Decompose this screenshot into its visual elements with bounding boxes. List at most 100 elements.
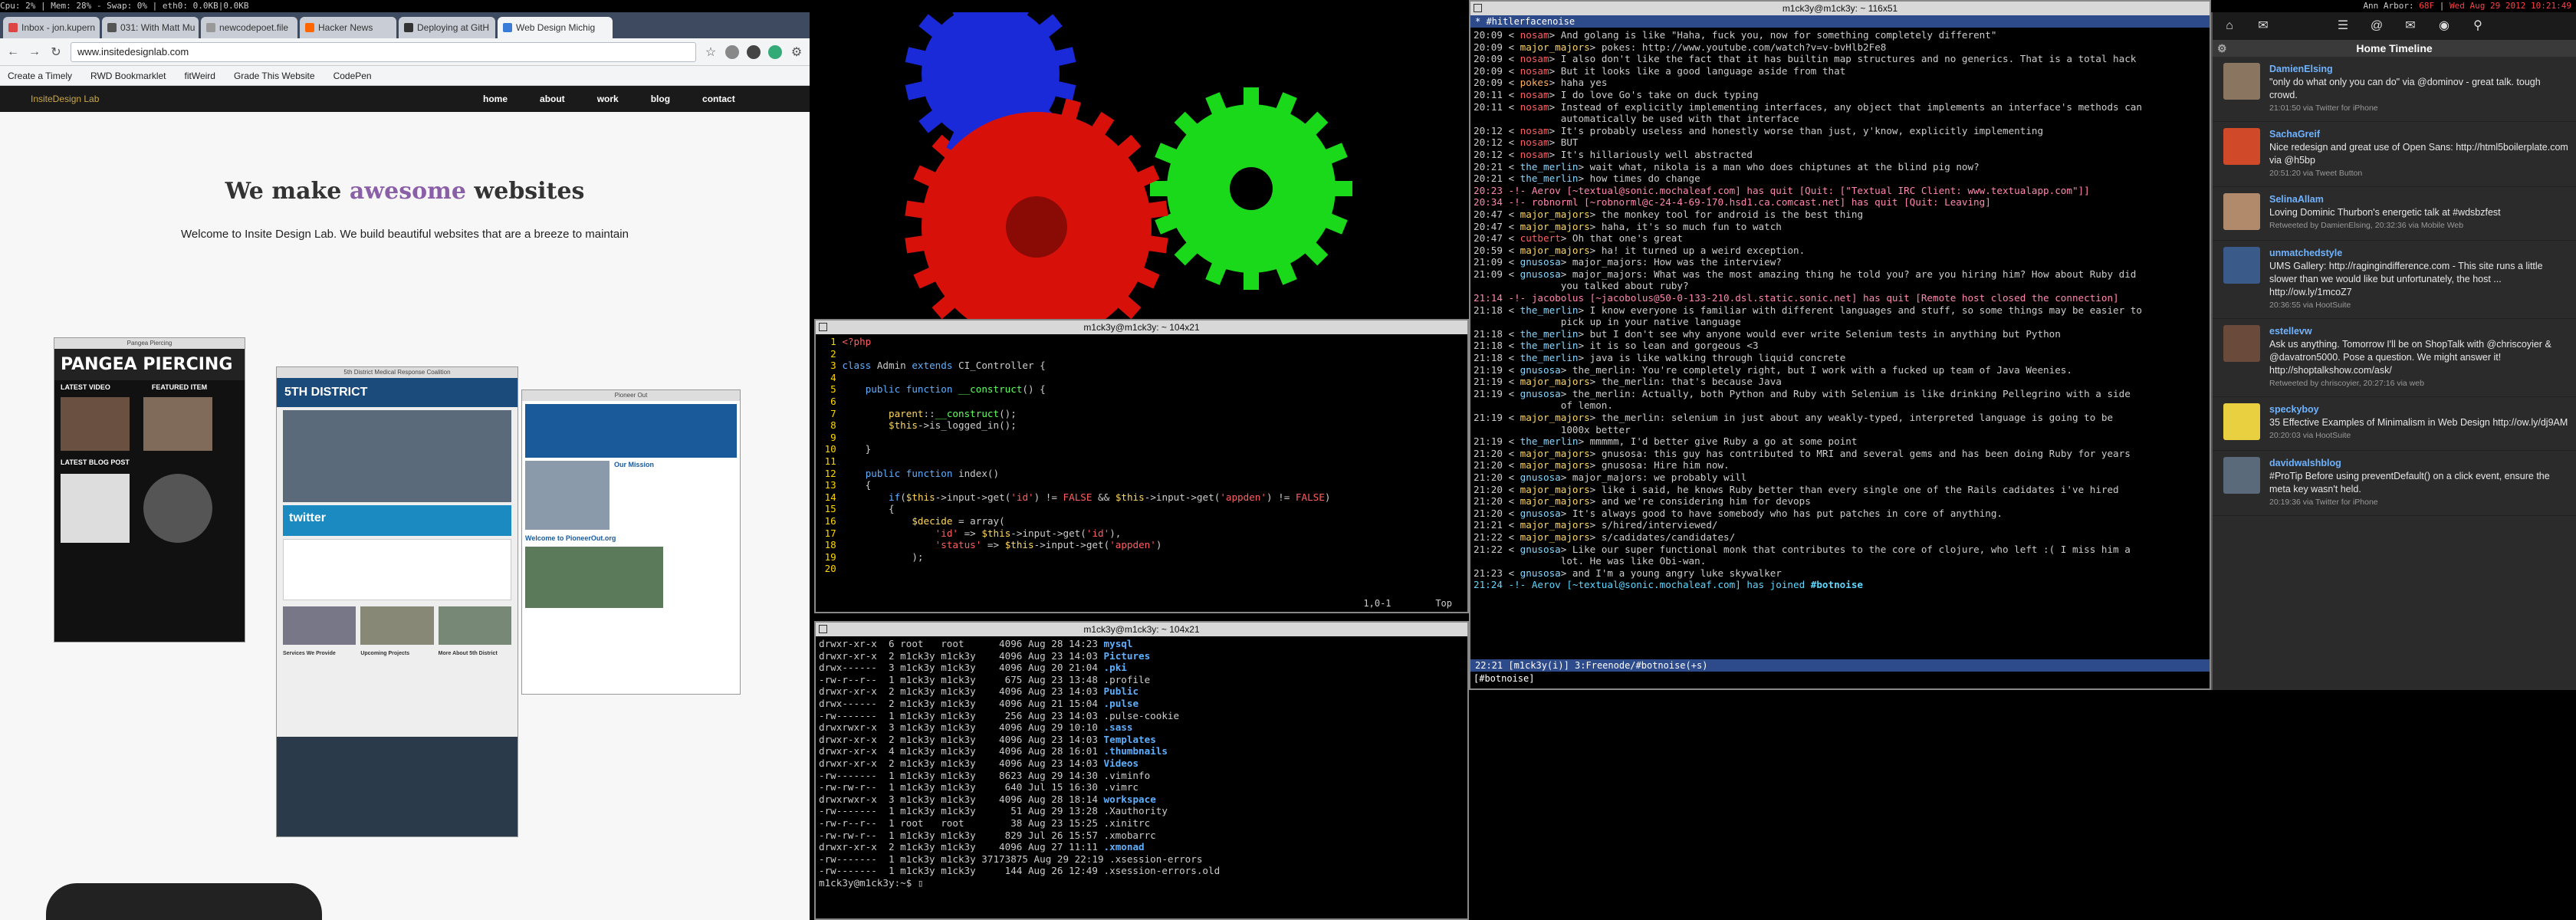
timeline-icon[interactable]: ☰ [2335, 19, 2351, 33]
bookmark[interactable]: RWD Bookmarklet [90, 71, 166, 81]
search-icon[interactable]: ⚲ [2470, 19, 2486, 33]
nav-about[interactable]: about [540, 94, 565, 104]
wrench-icon[interactable]: ⚙ [790, 44, 803, 60]
nav-blog[interactable]: blog [651, 94, 670, 104]
glxgears-window [814, 12, 1469, 331]
irc-status-bar: 22:21 [m1ck3y(i)] 3:Freenode/#botnoise(+… [1470, 659, 2210, 672]
site-logo[interactable]: InsiteDesign Lab [31, 94, 483, 104]
tweet[interactable]: davidwalshblog #ProTip Before using preve… [2213, 451, 2576, 516]
tweet-author[interactable]: SachaGreif [2269, 128, 2568, 141]
tweet-author[interactable]: speckyboy [2269, 403, 2568, 416]
extension-icon[interactable] [768, 44, 782, 59]
back-icon[interactable]: ← [6, 45, 20, 59]
avatar[interactable] [2223, 128, 2260, 165]
bookmark[interactable]: Create a Timely [8, 71, 72, 81]
tweet[interactable]: estellevw Ask us anything. Tomorrow I'll … [2213, 319, 2576, 397]
mention-icon[interactable]: @ [2369, 19, 2384, 33]
tweet[interactable]: unmatchedstyle UMS Gallery: http://raging… [2213, 241, 2576, 319]
irc-terminal[interactable]: m1ck3y@m1ck3y: ~ 116x51 * #hitlerfacenoi… [1469, 0, 2211, 690]
tweet-author[interactable]: davidwalshblog [2269, 457, 2568, 470]
tweet[interactable]: SachaGreif Nice redesign and great use of… [2213, 122, 2576, 187]
tab-strip: Inbox - jon.kupern 031: With Matt Mu new… [0, 12, 810, 38]
tweet-text: Ask us anything. Tomorrow I'll be on Sho… [2269, 339, 2551, 376]
tweet[interactable]: speckyboy 35 Effective Examples of Minima… [2213, 397, 2576, 451]
tweet-meta: 21:01:50 via Twitter for iPhone [2269, 104, 2378, 113]
tab-podcast[interactable]: 031: With Matt Mu [102, 17, 199, 38]
gears-graphic [905, 12, 1352, 331]
window-title: m1ck3y@m1ck3y: ~ 116x51 [1470, 2, 2210, 15]
extension-icon[interactable] [725, 44, 739, 59]
tab-github[interactable]: Deploying at GitH [399, 17, 495, 38]
gear-icon[interactable]: ⚙ [2217, 40, 2227, 57]
lists-icon[interactable]: ◉ [2436, 19, 2452, 33]
message-icon[interactable]: ✉ [2403, 19, 2418, 33]
tweet-text: UMS Gallery: http://ragingindifference.c… [2269, 261, 2543, 297]
reload-icon[interactable]: ↻ [49, 44, 63, 60]
page-icon [107, 23, 117, 32]
tweet[interactable]: DamienElsing "only do what only you can d… [2213, 57, 2576, 122]
phone-image [46, 883, 322, 920]
tab-gmail[interactable]: Inbox - jon.kupern [3, 17, 100, 38]
tweet-meta: 20:36:55 via HootSuite [2269, 301, 2351, 310]
tweet-meta: 20:20:03 via HootSuite [2269, 431, 2351, 440]
tab-newcodepoet[interactable]: newcodepoet.file [201, 17, 297, 38]
hero: We make awesome websites Welcome to Insi… [0, 178, 810, 241]
tweet-author[interactable]: SelinaAllam [2269, 193, 2501, 206]
irc-input[interactable]: [#botnoise] [1470, 673, 2210, 685]
tweet-meta: Retweeted by chriscoyier, 20:27:16 via w… [2269, 379, 2424, 388]
avatar[interactable] [2223, 457, 2260, 494]
avatar[interactable] [2223, 403, 2260, 440]
vim-terminal[interactable]: m1ck3y@m1ck3y: ~ 104x21 1 <?php 2 3 clas… [814, 319, 1469, 613]
star-icon[interactable]: ☆ [704, 44, 718, 60]
address-bar[interactable]: www.insitedesignlab.com [71, 41, 696, 62]
portfolio-pioneer-out[interactable]: Pioneer Out Our Mission Welcome to Pione… [521, 389, 741, 695]
home-icon[interactable]: ⌂ [2222, 19, 2237, 33]
avatar[interactable] [2223, 325, 2260, 362]
ls-output[interactable]: drwxr-xr-x 6 root root 4096 Aug 28 14:23… [816, 636, 1467, 890]
system-stats: Cpu: 2% | Mem: 28% - Swap: 0% | eth0: 0.… [0, 1, 249, 11]
avatar[interactable] [2223, 193, 2260, 230]
nav-home[interactable]: home [483, 94, 508, 104]
tweet-meta: Retweeted by DamienElsing, 20:32:36 via … [2269, 221, 2464, 230]
vim-buffer[interactable]: 1 <?php 2 3 class Admin extends CI_Contr… [816, 334, 1467, 577]
bookmark[interactable]: CodePen [334, 71, 372, 81]
tweet-author[interactable]: unmatchedstyle [2269, 247, 2568, 260]
hero-tagline: Welcome to Insite Design Lab. We build b… [181, 228, 629, 241]
shell-prompt: m1ck3y@m1ck3y:~$ [819, 876, 918, 889]
5th-district-logo: 5TH DISTRICT [277, 378, 518, 407]
portfolio-5th-district[interactable]: 5th District Medical Response Coalition … [276, 366, 518, 837]
twitter-client: ⌂ ✉ ☰ @ ✉ ◉ ⚲ ⚙ Home Timeline DamienElsin… [2211, 12, 2576, 690]
clock-weather: Ann Arbor: 68F | Wed Aug 29 2012 10:21:4… [2363, 1, 2571, 11]
nav-contact[interactable]: contact [702, 94, 735, 104]
tweet-meta: 20:51:20 via Tweet Button [2269, 169, 2363, 178]
tab-hacker-news[interactable]: Hacker News [300, 17, 396, 38]
bookmark[interactable]: fitWeird [185, 71, 215, 81]
forward-icon[interactable]: → [28, 45, 41, 59]
ls-terminal[interactable]: m1ck3y@m1ck3y: ~ 104x21 drwxr-xr-x 6 roo… [814, 621, 1469, 920]
chat-icon[interactable]: ✉ [2256, 19, 2271, 33]
github-icon [404, 23, 413, 32]
bookmarks-bar: Create a Timely RWD Bookmarklet fitWeird… [0, 66, 810, 86]
tweet-author[interactable]: estellevw [2269, 325, 2568, 338]
avatar[interactable] [2223, 247, 2260, 284]
tweet-meta: 20:19:36 via Twitter for iPhone [2269, 498, 2378, 507]
irc-log: 20:09 < nosam> And golang is like "Haha,… [1474, 29, 2142, 591]
tab-web-design[interactable]: Web Design Michig [498, 17, 613, 38]
client-toolbar: ⌂ ✉ ☰ @ ✉ ◉ ⚲ [2213, 12, 2576, 40]
portfolio-pangea[interactable]: Pangea Piercing PANGEA PIERCING LATEST V… [54, 337, 245, 642]
nav-work[interactable]: work [597, 94, 619, 104]
timeline-header: ⚙ Home Timeline [2213, 40, 2576, 57]
window-title: m1ck3y@m1ck3y: ~ 104x21 [816, 320, 1467, 334]
empty-area [2211, 690, 2576, 920]
tweet-text: #ProTip Before using preventDefault() on… [2269, 471, 2550, 495]
avatar[interactable] [2223, 63, 2260, 100]
hn-icon [305, 23, 314, 32]
extension-icon[interactable] [747, 44, 761, 59]
tweet-text: Nice redesign and great use of Open Sans… [2269, 142, 2568, 166]
bookmark[interactable]: Grade This Website [234, 71, 315, 81]
hero-heading: We make awesome websites [225, 178, 585, 205]
tweet[interactable]: SelinaAllam Loving Dominic Thurbon's ener… [2213, 187, 2576, 241]
page-icon [206, 23, 215, 32]
tweet-author[interactable]: DamienElsing [2269, 63, 2568, 76]
tweet-text: "only do what only you can do" via @domi… [2269, 77, 2541, 100]
